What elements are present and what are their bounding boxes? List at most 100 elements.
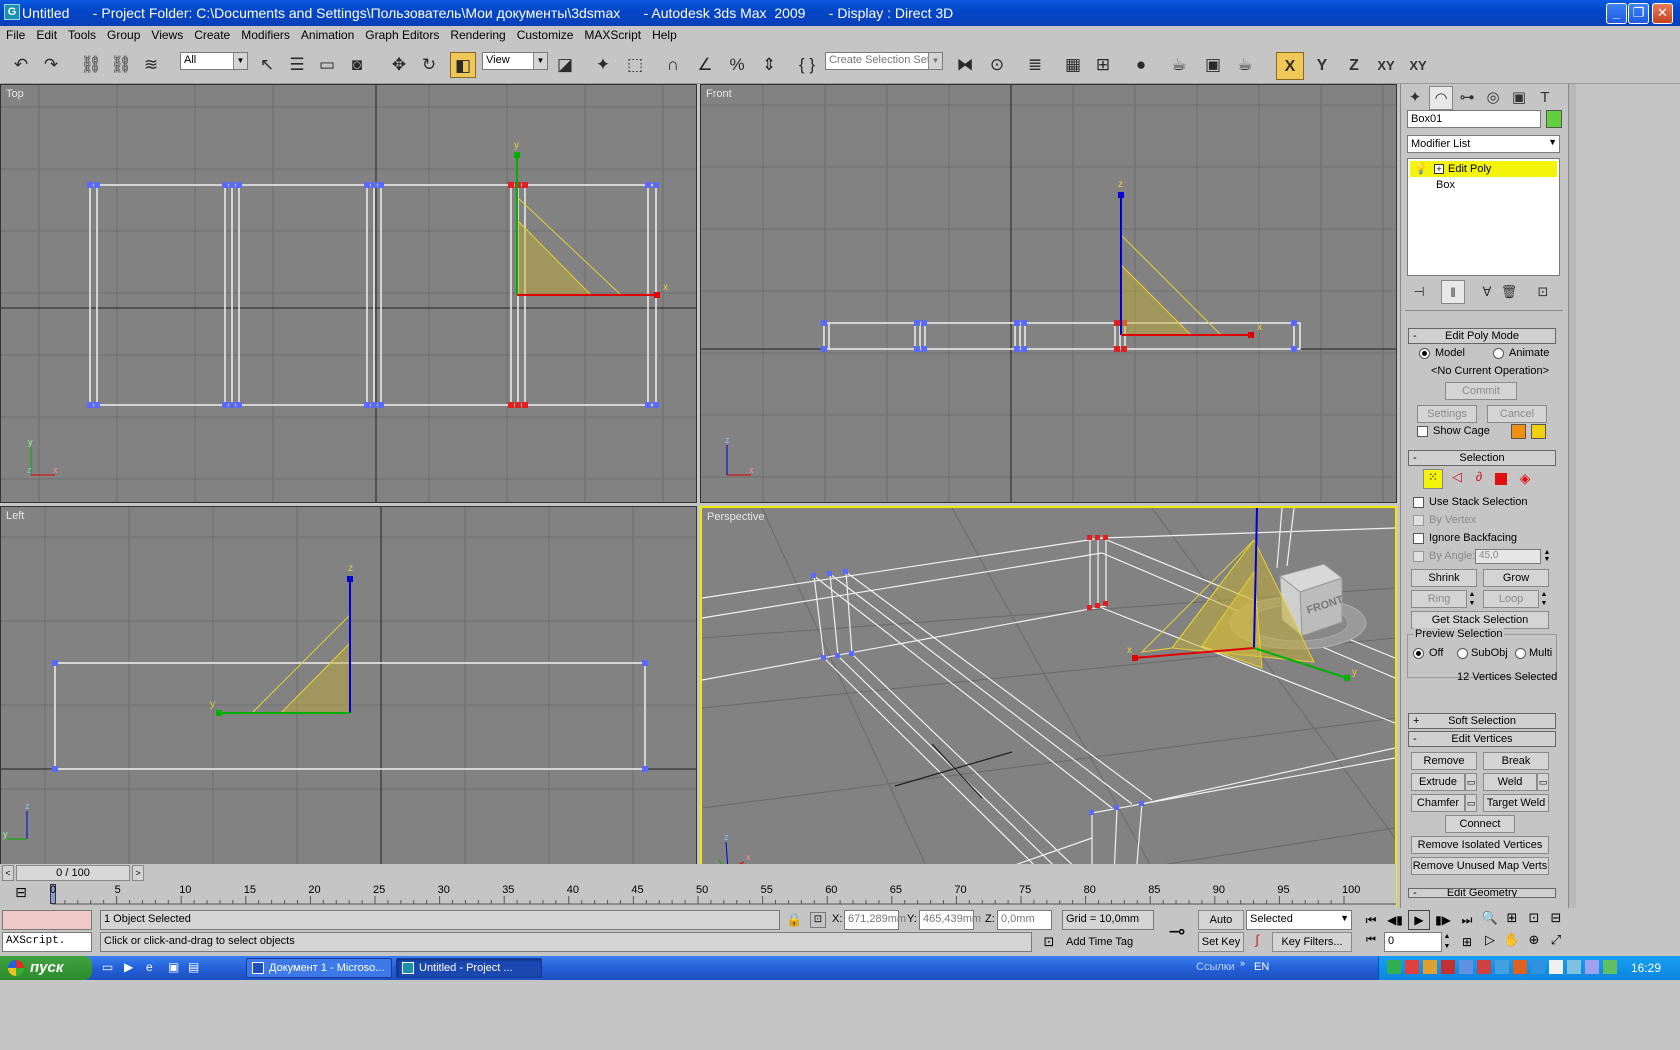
maximize-viewport-icon[interactable]: ⤢ (1546, 932, 1566, 952)
break-button[interactable]: Break (1483, 752, 1549, 770)
menu-maxscript[interactable]: MAXScript (578, 26, 646, 42)
links-toolbar[interactable]: Ссылки (1196, 961, 1235, 973)
window-crossing-icon[interactable]: ◙ (344, 52, 370, 78)
menu-file[interactable]: File (0, 26, 30, 42)
modifier-list-dropdown[interactable]: Modifier List ▼ (1407, 135, 1560, 153)
object-color-swatch[interactable] (1546, 110, 1562, 128)
selection-filter-dropdown[interactable]: All ▼ (180, 52, 248, 70)
mirror-icon[interactable]: ⧓ (952, 52, 978, 78)
taskbar-item-word[interactable]: Документ 1 - Microso... (246, 958, 392, 978)
axis-y-button[interactable]: Y (1308, 52, 1336, 80)
align-icon[interactable]: ⊙ (984, 52, 1010, 78)
cage-color-swatch[interactable] (1511, 424, 1526, 439)
remove-button[interactable]: Remove (1411, 752, 1477, 770)
snaps-toggle-icon[interactable]: ∩ (660, 52, 686, 78)
named-selection-set-dropdown[interactable]: Create Selection Set ▼ (825, 52, 943, 70)
rollout-soft-selection[interactable]: + Soft Selection (1408, 713, 1556, 729)
menu-customize[interactable]: Customize (511, 26, 579, 42)
motion-tab-icon[interactable]: ◎ (1481, 86, 1505, 110)
absolute-mode-icon[interactable]: ⊡ (810, 912, 826, 928)
tangent-type-icon[interactable]: ∫ (1246, 932, 1268, 952)
target-weld-button[interactable]: Target Weld (1483, 794, 1549, 812)
preview-multi-radio[interactable] (1515, 648, 1526, 659)
rollout-edit-geometry[interactable]: - Edit Geometry (1408, 888, 1556, 898)
viewport-left[interactable]: z y zy Left (0, 506, 697, 924)
rendered-frame-window-icon[interactable]: ▣ (1200, 52, 1226, 78)
maxscript-listener-top[interactable] (2, 910, 92, 930)
time-tag-icon[interactable]: ⊡ (1038, 932, 1060, 952)
utilities-tab-icon[interactable]: T (1533, 86, 1557, 110)
chamfer-button[interactable]: Chamfer (1411, 794, 1465, 812)
by-angle-input[interactable]: 45,0 (1475, 549, 1541, 564)
time-configuration-icon[interactable]: ⊞ (1456, 932, 1478, 952)
hierarchy-tab-icon[interactable]: ⊶ (1455, 86, 1479, 110)
object-name-field[interactable]: Box01 (1407, 110, 1541, 128)
edge-mode-icon[interactable]: ◁ (1447, 469, 1467, 489)
tray-safely-remove-icon[interactable] (1531, 960, 1545, 974)
cage-selected-color-swatch[interactable] (1531, 424, 1546, 439)
viewport-front[interactable]: z x zx Front (700, 84, 1397, 503)
render-setup-icon[interactable]: ☕ (1166, 52, 1192, 78)
key-filters-button[interactable]: Key Filters... (1272, 932, 1352, 952)
z-coordinate-input[interactable]: 0,0mm (997, 910, 1052, 930)
play-icon[interactable]: ▶ (1408, 910, 1430, 930)
grow-button[interactable]: Grow (1483, 569, 1549, 587)
polygon-mode-icon[interactable] (1495, 473, 1507, 485)
rollout-selection[interactable]: - Selection (1408, 450, 1556, 466)
menu-rendering[interactable]: Rendering (444, 26, 510, 42)
create-tab-icon[interactable]: ✦ (1403, 86, 1427, 110)
menu-animation[interactable]: Animation (295, 26, 359, 42)
axis-xy-cycle-button[interactable]: XY (1404, 52, 1432, 80)
previous-frame-icon[interactable]: ◀▮ (1384, 910, 1406, 930)
remove-isolated-vertices-button[interactable]: Remove Isolated Vertices (1411, 836, 1549, 854)
axis-z-button[interactable]: Z (1340, 52, 1368, 80)
use-stack-selection-checkbox[interactable] (1413, 497, 1424, 508)
curve-editor-icon[interactable]: ▦ (1060, 52, 1086, 78)
key-mode-toggle-icon[interactable]: ⏮ (1362, 934, 1380, 952)
commit-button[interactable]: Commit (1445, 382, 1517, 400)
cancel-button[interactable]: Cancel (1487, 405, 1547, 423)
tray-display-icon[interactable] (1585, 960, 1599, 974)
rect-selection-region-icon[interactable]: ▭ (314, 52, 340, 78)
vertex-mode-icon[interactable]: ⁙ (1423, 469, 1443, 489)
time-slider-thumb[interactable]: 0 / 100 (16, 865, 130, 881)
set-key-button[interactable]: Set Key (1198, 932, 1244, 952)
tray-volume-icon[interactable] (1567, 960, 1581, 974)
viewport-label-left[interactable]: Left (6, 510, 24, 522)
display-tab-icon[interactable]: ▣ (1507, 86, 1531, 110)
modifier-stack[interactable]: Edit Poly 💡 + Box (1407, 158, 1560, 276)
modify-tab-icon[interactable]: ◠ (1429, 86, 1453, 110)
get-stack-selection-button[interactable]: Get Stack Selection (1411, 611, 1549, 629)
schematic-view-icon[interactable]: ⊞ (1090, 52, 1116, 78)
maxscript-mini-listener[interactable]: AXScript. (2, 932, 92, 952)
select-and-move-icon[interactable]: ✥ (386, 52, 412, 78)
settings-button[interactable]: Settings (1417, 405, 1477, 423)
field-of-view-icon[interactable]: ▷ (1480, 932, 1500, 952)
menu-tools[interactable]: Tools (62, 26, 101, 42)
minimize-button[interactable]: _ (1606, 3, 1627, 24)
select-manipulate-icon[interactable]: ✦ (590, 52, 616, 78)
zoom-all-icon[interactable]: ⊞ (1502, 910, 1522, 930)
percent-snap-icon[interactable]: % (724, 52, 750, 78)
keyboard-shortcut-override-icon[interactable]: ⬚ (622, 52, 648, 78)
ring-button[interactable]: Ring (1411, 590, 1467, 608)
preview-off-radio[interactable] (1413, 648, 1424, 659)
by-vertex-checkbox[interactable] (1413, 515, 1424, 526)
ring-spinner-icon[interactable]: ▲ ▼ (1467, 590, 1477, 608)
viewport-label-perspective[interactable]: Perspective (707, 511, 764, 523)
pin-stack-icon[interactable]: ⊣ (1407, 280, 1431, 304)
by-angle-checkbox[interactable] (1413, 551, 1424, 562)
weld-settings-icon[interactable]: ▭ (1537, 773, 1549, 791)
material-editor-icon[interactable]: ● (1128, 52, 1154, 78)
tray-app-icon[interactable] (1423, 960, 1437, 974)
extrude-settings-icon[interactable]: ▭ (1465, 773, 1477, 791)
shrink-button[interactable]: Shrink (1411, 569, 1477, 587)
loop-button[interactable]: Loop (1483, 590, 1539, 608)
tray-bluetooth-icon[interactable] (1495, 960, 1509, 974)
links-chevron-icon[interactable]: » (1240, 958, 1246, 978)
maximize-button[interactable]: ❐ (1628, 3, 1649, 24)
quick-launch-2-icon[interactable]: ▤ (188, 960, 204, 976)
viewport-label-top[interactable]: Top (6, 88, 24, 100)
remove-modifier-icon[interactable]: 🗑 (1497, 280, 1521, 304)
chamfer-settings-icon[interactable]: ▭ (1465, 794, 1477, 812)
